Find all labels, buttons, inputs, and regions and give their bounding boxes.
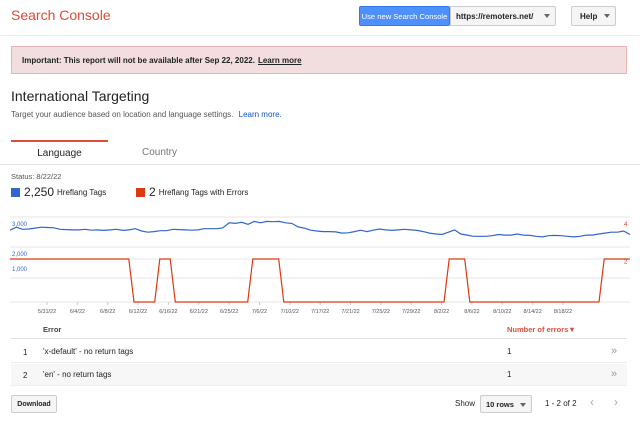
subtitle-text: Target your audience based on location a… — [11, 110, 234, 119]
header-divider — [0, 35, 640, 36]
x-tick-label: 7/10/22 — [281, 309, 299, 315]
y-right-tick-label: 4 — [624, 222, 628, 228]
row-error: 'en' - no return tags — [43, 370, 112, 379]
chevron-down-icon — [604, 14, 610, 18]
series-line-2 — [10, 258, 630, 303]
chevron-down-icon — [520, 403, 526, 407]
legend-hreflang-tags[interactable]: 2,250 Hreflang Tags — [11, 185, 106, 199]
subtitle-learn-more-link[interactable]: Learn more. — [239, 110, 282, 119]
x-tick-label: 8/10/22 — [493, 309, 511, 315]
y-left-tick-label: 1,000 — [12, 267, 28, 273]
rows-per-page-select[interactable]: 10 rows — [480, 395, 532, 413]
row-error: 'x-default' - no return tags — [43, 347, 134, 356]
chart-x-axis: 5/31/22 6/4/22 6/8/22 6/12/22 6/16/22 6/21/22… — [38, 302, 572, 315]
column-header-number-of-errors[interactable]: Number of errors▼ — [507, 325, 576, 334]
x-tick-label: 8/6/22 — [464, 309, 479, 315]
x-tick-label: 7/17/22 — [311, 309, 329, 315]
x-tick-label: 6/8/22 — [100, 309, 115, 315]
series-line-1 — [9, 220, 631, 238]
tab-divider — [0, 164, 640, 165]
tab-language[interactable]: Language — [11, 140, 108, 164]
x-tick-label: 6/16/22 — [159, 309, 177, 315]
download-button[interactable]: Download — [11, 395, 57, 413]
legend-swatch — [11, 187, 20, 197]
banner-text: Important: This report will not be avail… — [22, 55, 255, 65]
x-tick-label: 5/31/22 — [38, 309, 56, 315]
legend-count: 2,250 — [24, 185, 55, 199]
x-tick-label: 7/21/22 — [341, 309, 359, 315]
show-label: Show — [455, 399, 476, 408]
row-count: 1 — [507, 347, 512, 356]
site-selector[interactable]: https://remoters.net/ — [450, 6, 556, 26]
legend-count: 2 — [149, 185, 156, 199]
chevron-down-icon — [544, 14, 550, 18]
rows-per-page-value: 10 rows — [486, 399, 514, 409]
hreflang-chart: 3,000 2,000 1,000 4 2 5/31/22 6/4/22 6/8/22 6/… — [9, 216, 631, 315]
app-logo-title[interactable]: Search Console — [11, 7, 111, 23]
row-index: 1 — [23, 348, 28, 357]
table-row[interactable]: 2 'en' - no return tags 1 » — [11, 364, 627, 386]
y-right-tick-label: 2 — [624, 259, 628, 265]
x-tick-label: 6/21/22 — [190, 309, 208, 315]
status-date: Status: 8/22/22 — [11, 172, 62, 181]
help-menu-button[interactable]: Help — [571, 6, 616, 26]
x-tick-label: 8/2/22 — [434, 309, 449, 315]
y-left-tick-label: 3,000 — [12, 222, 28, 228]
x-tick-label: 6/25/22 — [220, 309, 238, 315]
tab-country[interactable]: Country — [108, 140, 211, 164]
legend-label: Hreflang Tags — [57, 187, 107, 197]
pagination-range: 1 - 2 of 2 — [545, 399, 577, 408]
y-left-tick-label: 2,000 — [12, 252, 28, 258]
errors-table-header: Error Number of errors▼ — [11, 320, 627, 339]
site-selector-value: https://remoters.net/ — [456, 11, 534, 21]
double-chevron-right-icon[interactable]: » — [611, 345, 617, 357]
x-tick-label: 8/18/22 — [554, 309, 572, 315]
row-count: 1 — [507, 370, 512, 379]
x-tick-label: 7/6/22 — [252, 309, 267, 315]
table-row[interactable]: 1 'x-default' - no return tags 1 » — [11, 341, 627, 363]
x-tick-label: 6/4/22 — [70, 309, 85, 315]
x-tick-label: 6/12/22 — [129, 309, 147, 315]
chevron-right-icon[interactable]: › — [614, 395, 618, 409]
banner-learn-more-link[interactable]: Learn more — [258, 56, 302, 65]
x-tick-label: 7/29/22 — [402, 309, 420, 315]
legend-label: Hreflang Tags with Errors — [158, 187, 249, 197]
double-chevron-right-icon[interactable]: » — [611, 368, 617, 380]
use-new-search-console-button[interactable]: Use new Search Console — [359, 6, 450, 26]
column-header-error: Error — [43, 325, 62, 334]
chevron-left-icon[interactable]: ‹ — [590, 395, 594, 409]
chart-series — [9, 220, 631, 303]
page-subtitle: Target your audience based on location a… — [11, 110, 282, 119]
help-label: Help — [580, 11, 598, 21]
row-index: 2 — [23, 371, 28, 380]
legend-swatch — [136, 187, 145, 197]
deprecation-banner: Important: This report will not be avail… — [11, 46, 627, 74]
legend-hreflang-errors[interactable]: 2 Hreflang Tags with Errors — [136, 185, 248, 199]
page-title: International Targeting — [11, 88, 150, 104]
x-tick-label: 7/25/22 — [372, 309, 390, 315]
x-tick-label: 8/14/22 — [523, 309, 541, 315]
